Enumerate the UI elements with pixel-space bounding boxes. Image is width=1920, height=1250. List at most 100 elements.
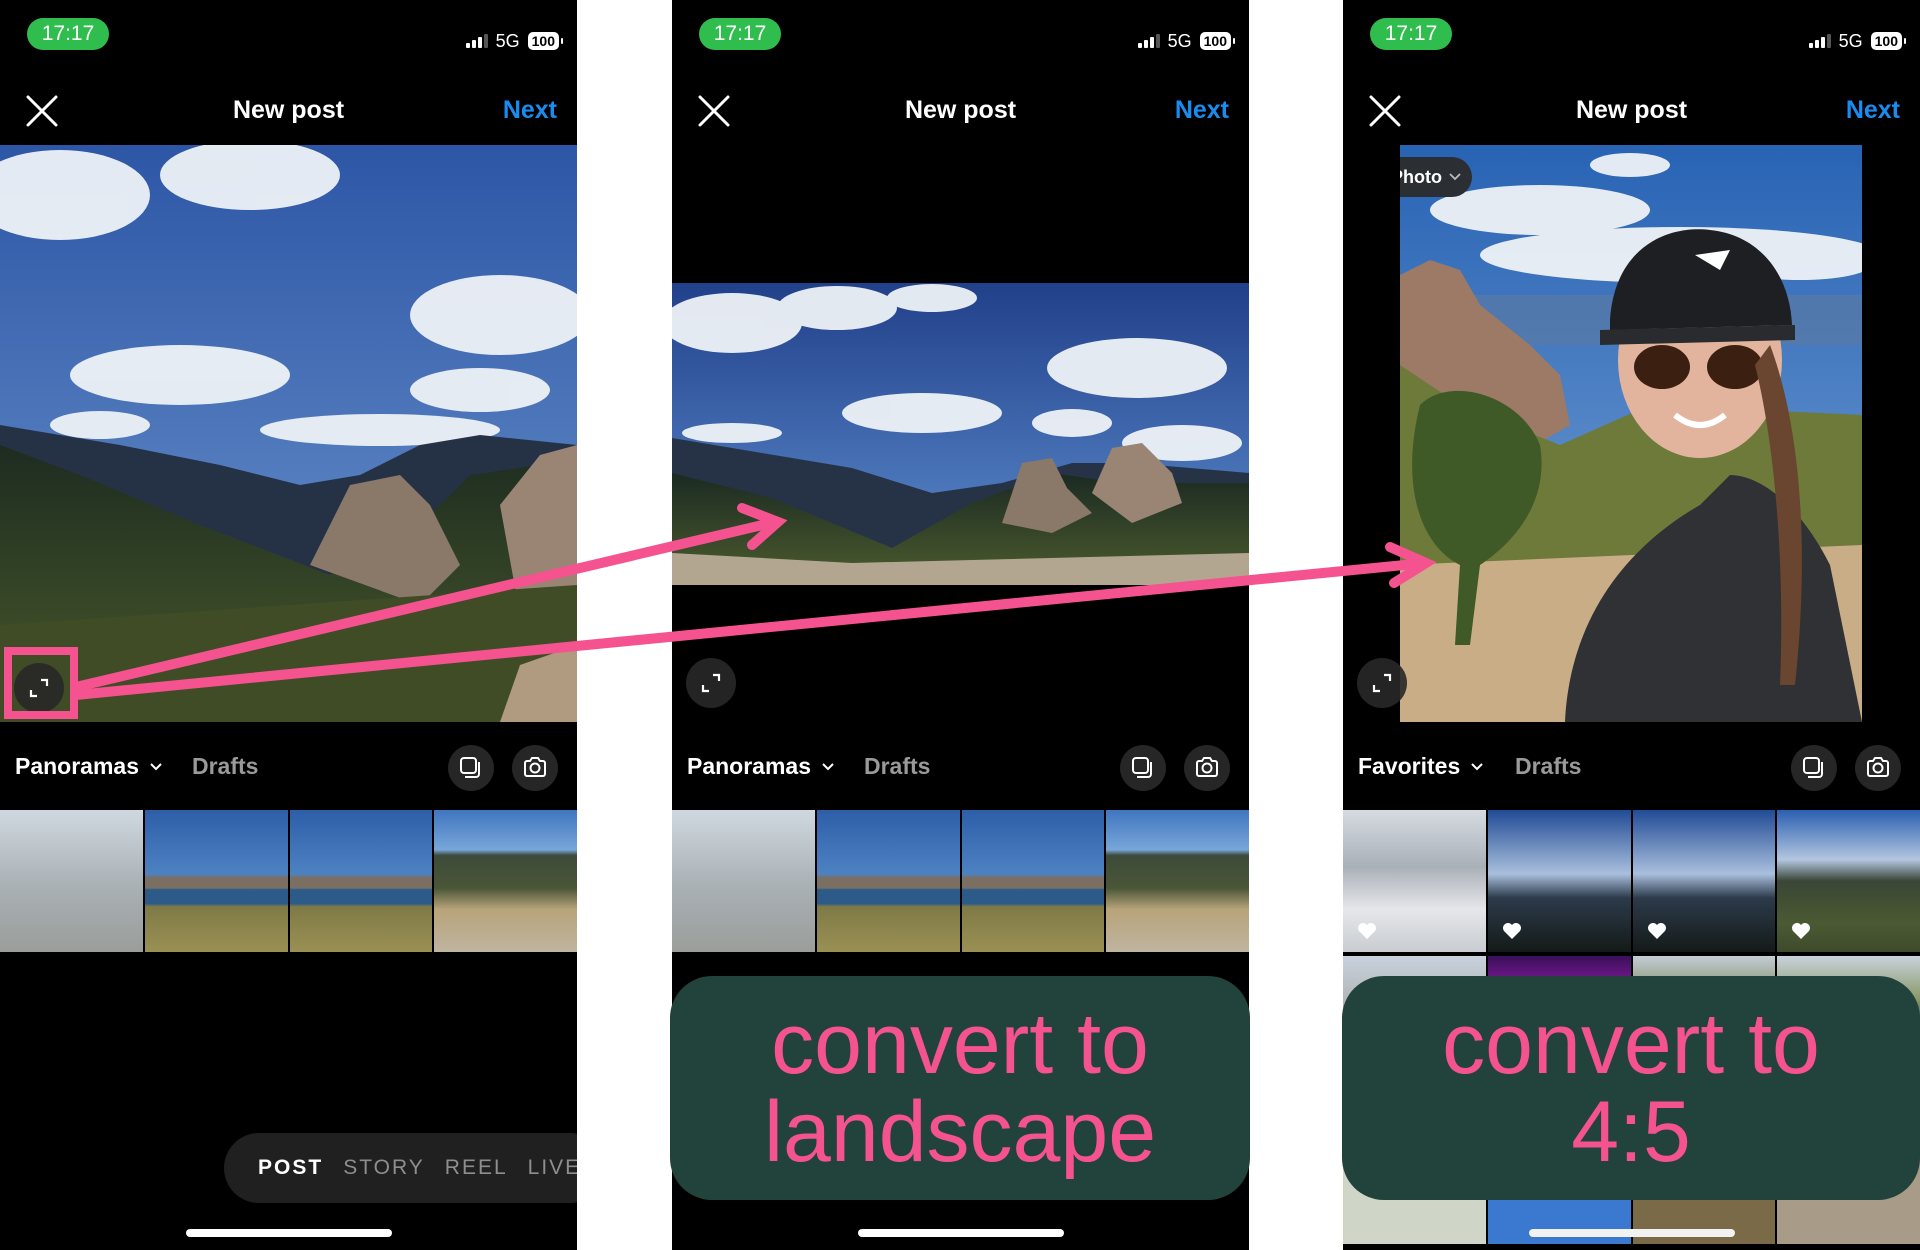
gallery-grid xyxy=(1343,810,1920,952)
album-selector[interactable]: Favorites xyxy=(1358,753,1484,780)
callout-line-1: convert to xyxy=(771,996,1149,1092)
callout-line-2: 4:5 xyxy=(1571,1084,1691,1180)
chevron-down-icon xyxy=(822,762,834,770)
mode-reel[interactable]: REEL xyxy=(445,1156,508,1180)
signal-icon xyxy=(465,34,488,48)
top-nav: New post Next xyxy=(0,88,577,134)
album-name: Panoramas xyxy=(687,753,812,779)
heart-icon xyxy=(1792,923,1811,939)
expand-icon xyxy=(701,673,721,693)
expand-aspect-button[interactable] xyxy=(14,663,64,713)
chevron-down-icon xyxy=(1449,173,1461,181)
gallery-thumbnail[interactable] xyxy=(1343,810,1486,952)
callout-line-1: convert to xyxy=(1442,996,1820,1092)
gallery-thumbnail[interactable] xyxy=(0,810,143,952)
status-time: 17:17 xyxy=(699,18,781,50)
gallery-toolbar: Panoramas Drafts xyxy=(0,745,577,791)
multi-select-button[interactable] xyxy=(1791,745,1837,791)
network-label: 5G xyxy=(1838,30,1863,51)
drafts-tab[interactable]: Drafts xyxy=(192,753,258,780)
home-indicator xyxy=(185,1229,392,1237)
battery-icon: 100 xyxy=(1870,32,1907,50)
multi-select-icon xyxy=(1132,757,1152,778)
gallery-strip xyxy=(0,810,577,952)
photo-preview-portrait[interactable]: Photo xyxy=(1400,145,1862,722)
multi-select-button[interactable] xyxy=(1120,745,1166,791)
network-label: 5G xyxy=(495,30,520,51)
drafts-tab[interactable]: Drafts xyxy=(1515,753,1581,780)
media-type-label: Photo xyxy=(1400,166,1442,187)
callout-convert-4-5: convert to 4:5 xyxy=(1342,976,1920,1200)
camera-icon xyxy=(524,757,546,777)
gallery-thumbnail[interactable] xyxy=(1777,810,1920,952)
next-button[interactable]: Next xyxy=(1175,96,1229,125)
chevron-down-icon xyxy=(1471,762,1483,770)
signal-icon xyxy=(1137,34,1160,48)
top-nav: New post Next xyxy=(1343,88,1920,134)
network-label: 5G xyxy=(1167,30,1192,51)
gallery-toolbar: Favorites Drafts xyxy=(1343,745,1920,791)
heart-icon xyxy=(1502,923,1521,939)
heart-icon xyxy=(1647,923,1666,939)
multi-select-icon xyxy=(460,757,480,778)
callout-convert-landscape: convert to landscape xyxy=(670,976,1250,1200)
gallery-toolbar: Panoramas Drafts xyxy=(672,745,1249,791)
status-indicators: 5G 100 xyxy=(1808,30,1907,52)
album-name: Favorites xyxy=(1358,753,1461,779)
expand-icon xyxy=(1372,673,1392,693)
gallery-thumbnail[interactable] xyxy=(1106,810,1249,952)
photo-preview-panorama[interactable] xyxy=(0,145,577,722)
media-type-dropdown[interactable]: Photo xyxy=(1400,157,1472,197)
status-indicators: 5G 100 xyxy=(465,30,564,52)
status-time: 17:17 xyxy=(1370,18,1452,50)
expand-aspect-button[interactable] xyxy=(686,658,736,708)
gallery-strip xyxy=(672,810,1249,952)
drafts-tab[interactable]: Drafts xyxy=(864,753,930,780)
gallery-thumbnail[interactable] xyxy=(672,810,815,952)
battery-icon: 100 xyxy=(1199,32,1236,50)
camera-icon xyxy=(1867,757,1889,777)
mode-selector: POST STORY REEL LIVE xyxy=(224,1133,577,1203)
status-time: 17:17 xyxy=(27,18,109,50)
gallery-thumbnail[interactable] xyxy=(289,810,433,952)
expand-icon xyxy=(29,678,49,698)
album-selector[interactable]: Panoramas xyxy=(15,753,163,780)
gallery-thumbnail[interactable] xyxy=(434,810,577,952)
next-button[interactable]: Next xyxy=(503,96,557,125)
gallery-thumbnail[interactable] xyxy=(1632,810,1776,952)
album-name: Panoramas xyxy=(15,753,140,779)
signal-icon xyxy=(1808,34,1831,48)
home-indicator xyxy=(1528,1229,1735,1237)
page-title: New post xyxy=(232,96,345,124)
portrait-image xyxy=(1400,145,1862,722)
camera-button[interactable] xyxy=(512,745,558,791)
next-button[interactable]: Next xyxy=(1846,96,1900,125)
gallery-thumbnail[interactable] xyxy=(144,810,288,952)
page-title: New post xyxy=(904,96,1017,124)
panorama-image xyxy=(0,145,577,722)
gallery-thumbnail[interactable] xyxy=(1487,810,1631,952)
multi-select-icon xyxy=(1803,757,1823,778)
multi-select-button[interactable] xyxy=(448,745,494,791)
camera-button[interactable] xyxy=(1184,745,1230,791)
gallery-thumbnail[interactable] xyxy=(961,810,1105,952)
gallery-thumbnail[interactable] xyxy=(816,810,960,952)
photo-preview-landscape[interactable] xyxy=(672,283,1249,585)
album-selector[interactable]: Panoramas xyxy=(687,753,835,780)
expand-aspect-button[interactable] xyxy=(1357,658,1407,708)
phone-screen-original: 17:17 5G 100 New post Next Panoramas Dra… xyxy=(0,0,577,1250)
mode-post[interactable]: POST xyxy=(258,1156,323,1180)
top-nav: New post Next xyxy=(672,88,1249,134)
page-title: New post xyxy=(1575,96,1688,124)
mode-live[interactable]: LIVE xyxy=(528,1156,577,1180)
home-indicator xyxy=(857,1229,1064,1237)
heart-icon xyxy=(1358,923,1376,939)
mode-story[interactable]: STORY xyxy=(343,1156,425,1180)
status-indicators: 5G 100 xyxy=(1137,30,1236,52)
camera-icon xyxy=(1196,757,1218,777)
battery-icon: 100 xyxy=(527,32,564,50)
chevron-down-icon xyxy=(150,762,162,770)
camera-button[interactable] xyxy=(1855,745,1901,791)
callout-line-2: landscape xyxy=(763,1084,1157,1180)
landscape-image xyxy=(672,283,1249,585)
